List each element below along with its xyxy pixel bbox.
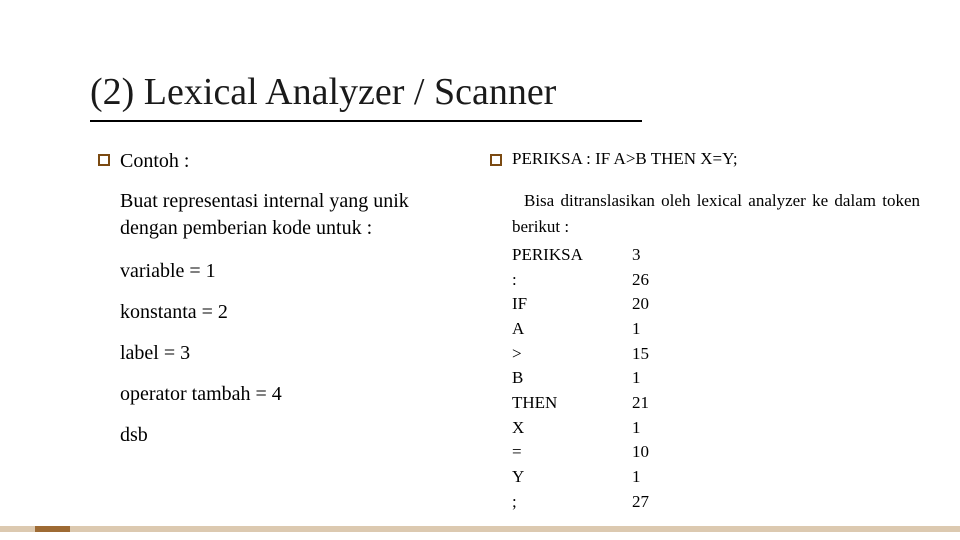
assignment-item: dsb — [120, 424, 458, 447]
token-name: > — [512, 342, 632, 367]
title-underline — [90, 120, 642, 122]
token-code: 1 — [632, 317, 692, 342]
table-row: A1 — [512, 317, 920, 342]
assignment-item: label = 3 — [120, 342, 458, 365]
table-row: Y1 — [512, 465, 920, 490]
table-row: B1 — [512, 366, 920, 391]
token-name: A — [512, 317, 632, 342]
table-row: >15 — [512, 342, 920, 367]
left-heading: Contoh : — [120, 148, 189, 174]
token-table: PERIKSA3 :26 IF20 A1 >15 B1 THEN21 X1 =1… — [512, 243, 920, 514]
left-column: Contoh : Buat representasi internal yang… — [98, 148, 458, 447]
token-code: 26 — [632, 268, 692, 293]
footer-seg — [70, 526, 960, 532]
bullet-icon — [490, 154, 502, 166]
right-paragraph: Bisa ditranslasikan oleh lexical analyze… — [512, 188, 920, 239]
left-bullet-row: Contoh : — [98, 148, 458, 174]
slide: (2) Lexical Analyzer / Scanner Contoh : … — [0, 0, 960, 540]
assignment-item: variable = 1 — [120, 260, 458, 283]
token-code: 3 — [632, 243, 692, 268]
token-code: 15 — [632, 342, 692, 367]
token-code: 21 — [632, 391, 692, 416]
left-intro: Buat representasi internal yang unik den… — [120, 188, 458, 242]
assignment-item: operator tambah = 4 — [120, 383, 458, 406]
token-code: 20 — [632, 292, 692, 317]
footer-accent-bar — [0, 526, 960, 532]
slide-title: (2) Lexical Analyzer / Scanner — [90, 70, 556, 114]
token-name: = — [512, 440, 632, 465]
token-name: B — [512, 366, 632, 391]
table-row: ;27 — [512, 490, 920, 515]
token-name: PERIKSA — [512, 243, 632, 268]
token-code: 27 — [632, 490, 692, 515]
right-para-text: Bisa ditranslasikan oleh lexical analyze… — [512, 191, 920, 236]
assignment-list: variable = 1 konstanta = 2 label = 3 ope… — [120, 260, 458, 447]
token-name: : — [512, 268, 632, 293]
token-code: 1 — [632, 366, 692, 391]
footer-seg — [35, 526, 70, 532]
footer-seg — [0, 526, 35, 532]
right-heading: PERIKSA : IF A>B THEN X=Y; — [512, 148, 738, 170]
table-row: :26 — [512, 268, 920, 293]
token-code: 1 — [632, 416, 692, 441]
token-name: IF — [512, 292, 632, 317]
bullet-icon — [98, 154, 110, 166]
assignment-item: konstanta = 2 — [120, 301, 458, 324]
right-column: PERIKSA : IF A>B THEN X=Y; Bisa ditransl… — [490, 148, 920, 514]
table-row: IF20 — [512, 292, 920, 317]
token-code: 1 — [632, 465, 692, 490]
right-bullet-row: PERIKSA : IF A>B THEN X=Y; — [490, 148, 920, 170]
table-row: X1 — [512, 416, 920, 441]
token-name: ; — [512, 490, 632, 515]
token-code: 10 — [632, 440, 692, 465]
table-row: =10 — [512, 440, 920, 465]
token-name: Y — [512, 465, 632, 490]
table-row: PERIKSA3 — [512, 243, 920, 268]
token-name: THEN — [512, 391, 632, 416]
table-row: THEN21 — [512, 391, 920, 416]
token-name: X — [512, 416, 632, 441]
